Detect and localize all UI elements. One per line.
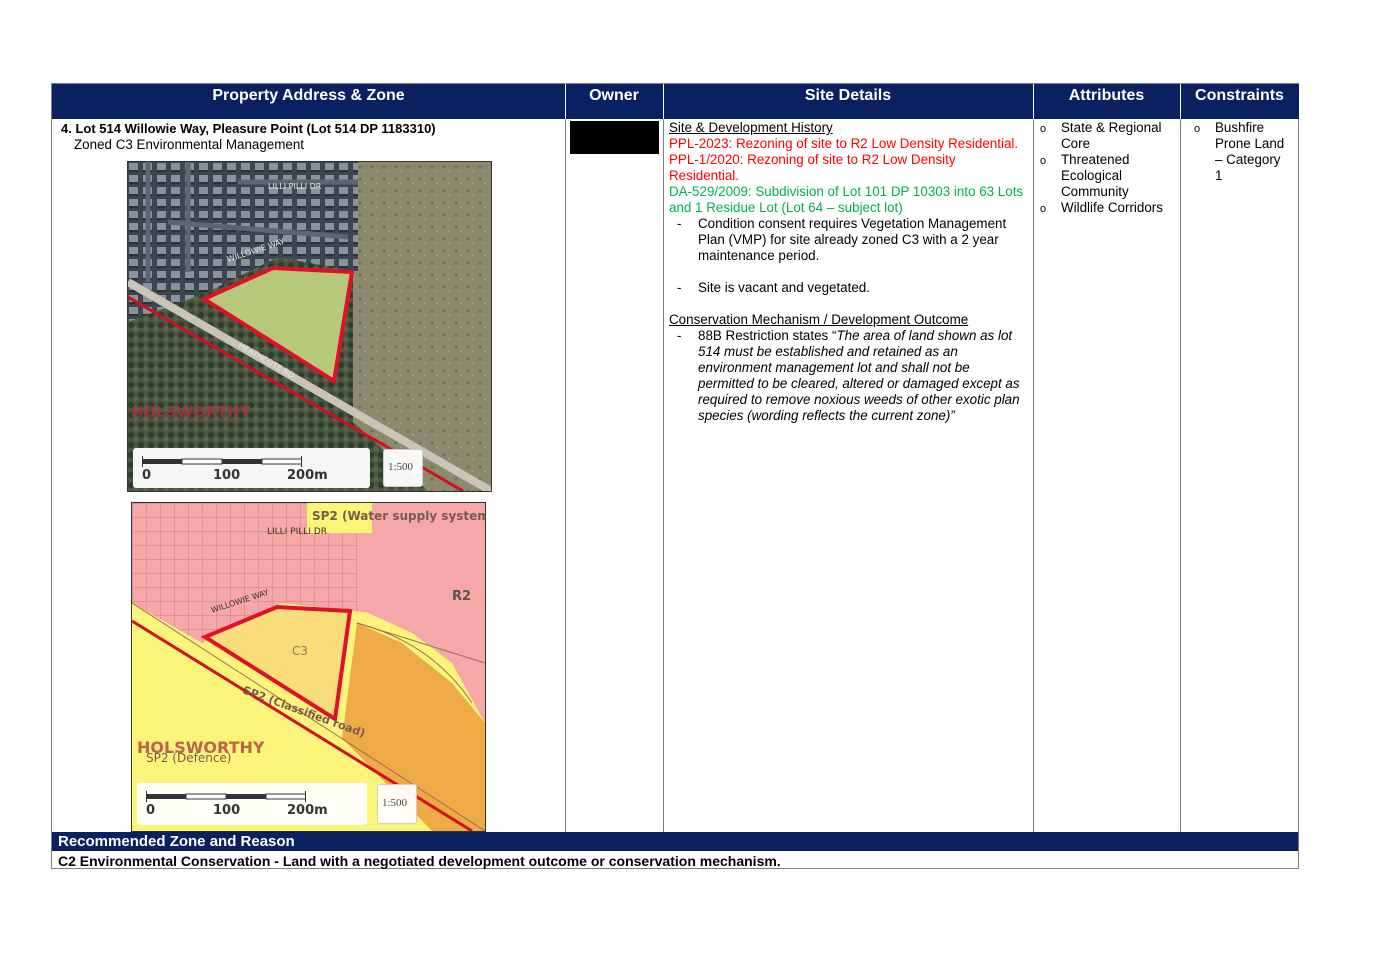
property-address: Lot 514 Willowie Way, Pleasure Point (Lo…: [75, 121, 436, 136]
property-table: Property Address & Zone Owner Site Detai…: [51, 83, 1299, 869]
property-number: 4.: [61, 121, 72, 136]
property-cell: 4. Lot 514 Willowie Way, Pleasure Point …: [61, 121, 561, 153]
header-divider: [1180, 84, 1181, 119]
zoning-ratio: 1:500: [382, 797, 408, 809]
constraints-list: o Bushfire Prone Land – Category 1: [1194, 120, 1294, 184]
zoning-scale-bar: 0 100 200m: [137, 783, 367, 825]
list-item: o Threatened Ecological Community: [1040, 152, 1130, 199]
list-item: - Site is vacant and vegetated.: [677, 280, 870, 295]
list-item: - Condition consent requires Vegetation M…: [677, 216, 1007, 263]
zoning-ratio-box: 1:500: [377, 784, 417, 824]
aerial-map-graphic: LILLI PILLI DR WILLOWIE WAY HEATHCOTE RD…: [128, 162, 491, 491]
attributes-cell: o State & Regional Core o Threatened Ecolo…: [1040, 120, 1176, 216]
column-divider: [565, 119, 566, 832]
header-divider: [663, 84, 664, 119]
zoning-map-graphic: SP2 (Water supply system) LILLI PILLI DR…: [132, 503, 485, 831]
zoning-scale-200: 200m: [287, 803, 328, 818]
header-property: Property Address & Zone: [52, 84, 565, 119]
site-details-cell: Site & Development History PPL-2023: Rez…: [669, 120, 1029, 424]
aerial-ratio: 1:500: [388, 461, 414, 473]
aerial-scale-100: 100: [213, 468, 241, 483]
recommended-zone-heading: Recommended Zone and Reason: [52, 832, 1298, 851]
zone-label-sp2-water: SP2 (Water supply system): [312, 509, 485, 523]
conservation-heading: Conservation Mechanism / Development Out…: [669, 312, 969, 327]
header-divider: [1033, 84, 1034, 119]
header-constraints: Constraints: [1180, 84, 1299, 119]
list-item: o Bushfire Prone Land – Category 1: [1194, 120, 1285, 183]
attributes-list: o State & Regional Core o Threatened Ecolo…: [1040, 120, 1176, 216]
ppl-2020: PPL-1/2020: Rezoning of site to R2 Low D…: [669, 152, 956, 183]
zoning-map: SP2 (Water supply system) LILLI PILLI DR…: [131, 502, 486, 832]
aerial-map: LILLI PILLI DR WILLOWIE WAY HEATHCOTE RD…: [127, 161, 492, 492]
column-divider: [1033, 119, 1034, 832]
zoning-scale-0: 0: [146, 803, 156, 818]
column-divider: [1180, 119, 1181, 832]
aerial-label-lilli: LILLI PILLI DR: [268, 182, 322, 191]
zone-label-sp2-defence: SP2 (Defence): [146, 751, 231, 765]
scale-ruler: [146, 791, 306, 802]
aerial-scale-bar: 0 100 200m: [133, 448, 370, 488]
recommended-zone-text: C2 Environmental Conservation - Land wit…: [58, 853, 781, 869]
header-site-details: Site Details: [663, 84, 1033, 119]
header-owner: Owner: [565, 84, 663, 119]
constraints-cell: o Bushfire Prone Land – Category 1: [1194, 120, 1294, 184]
zoning-scale-100: 100: [213, 803, 241, 818]
aerial-label-suburb: HOLSWORTHY: [131, 403, 252, 421]
zone-label-c3: C3: [292, 644, 308, 658]
header-attributes: Attributes: [1033, 84, 1180, 119]
aerial-scale-0: 0: [142, 468, 152, 483]
list-item: o Wildlife Corridors: [1040, 200, 1163, 215]
column-divider: [663, 119, 664, 832]
list-item: -88B Restriction states “The area of lan…: [677, 328, 1020, 423]
aerial-ratio-box: 1:500: [383, 449, 423, 487]
property-title: 4. Lot 514 Willowie Way, Pleasure Point …: [61, 121, 561, 137]
zone-label-lilli: LILLI PILLI DR: [267, 527, 327, 537]
zone-label-r2: R2: [452, 589, 471, 604]
ppl-2023: PPL-2023: Rezoning of site to R2 Low Den…: [669, 136, 1019, 151]
header-divider: [565, 84, 566, 119]
history-bullets: - Condition consent requires Vegetation M…: [669, 216, 1029, 296]
property-zone: Zoned C3 Environmental Management: [74, 137, 305, 152]
history-heading: Site & Development History: [669, 120, 833, 135]
owner-redacted: [570, 121, 659, 154]
da-2009: DA-529/2009: Subdivision of Lot 101 DP 1…: [669, 184, 1024, 215]
list-item: o State & Regional Core: [1040, 120, 1162, 151]
conservation-bullets: -88B Restriction states “The area of lan…: [669, 328, 1029, 424]
scale-ruler: [142, 456, 302, 467]
aerial-scale-200: 200m: [287, 468, 328, 483]
